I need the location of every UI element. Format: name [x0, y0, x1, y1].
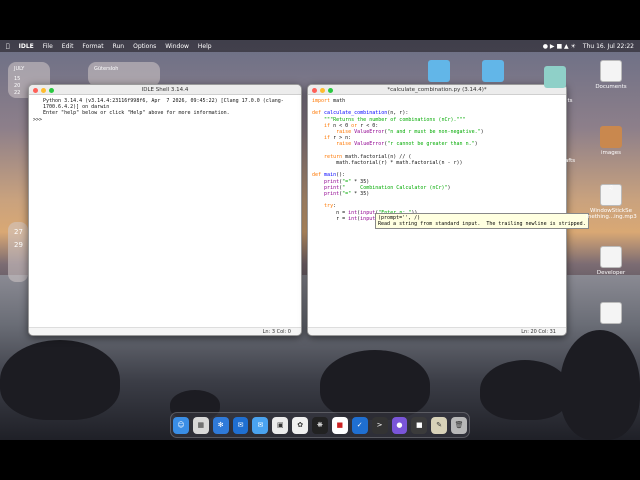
- photos-icon[interactable]: ✿: [292, 416, 309, 434]
- editor-window: *calculate_combination.py (3.14.4)* impo…: [307, 84, 567, 336]
- rock: [0, 340, 120, 420]
- menu-options[interactable]: Options: [133, 43, 156, 50]
- shell-title: IDLE Shell 3.14.4: [141, 87, 189, 93]
- calendar-day: 15: [14, 76, 21, 82]
- app-icon[interactable]: ■: [331, 416, 348, 434]
- folder-icon: [544, 66, 566, 88]
- rock: [560, 330, 640, 440]
- desktop-file[interactable]: [598, 302, 624, 326]
- shell-statusbar: Ln: 3 Col: 0: [29, 327, 301, 335]
- calltip-doc: Read a string from standard input. The t…: [378, 221, 586, 227]
- calendar-month: JULY: [14, 66, 25, 72]
- folder-icon: [482, 60, 504, 82]
- desktop-icon-project[interactable]: Proje: [530, 318, 580, 324]
- desktop-icon-drafts[interactable]: afts: [560, 158, 580, 164]
- shell-text-area[interactable]: Python 3.14.4 (v3.14.4:23116f998f6, Apr …: [29, 95, 301, 126]
- menu-bar:  IDLE File Edit Format Run Options Wind…: [0, 40, 640, 52]
- terminal-icon[interactable]: >: [371, 416, 388, 434]
- document-icon: [600, 302, 622, 324]
- desktop-icon-label: afts: [564, 158, 576, 164]
- desktop-icon-audio[interactable]: ♫ WindowStickSe mething...ing.mp3: [586, 184, 637, 220]
- desktop-folder[interactable]: [426, 60, 452, 84]
- idle-shell-window: IDLE Shell 3.14.4 Python 3.14.4 (v3.14.4…: [28, 84, 302, 336]
- desktop-icon-documents[interactable]: Documents: [586, 60, 636, 90]
- chatgpt-icon[interactable]: ❋: [312, 416, 328, 434]
- audio-file-icon: ♫: [600, 184, 622, 206]
- menu-help[interactable]: Help: [198, 43, 212, 50]
- desktop-icon-partial[interactable]: ts: [560, 98, 580, 104]
- mail-icon[interactable]: ✉: [252, 416, 269, 434]
- app-icon[interactable]: ■: [411, 416, 428, 434]
- document-icon: [600, 246, 622, 268]
- zoom-button[interactable]: [328, 87, 333, 93]
- apple-icon[interactable]: : [6, 43, 10, 50]
- outlook-icon[interactable]: ✉: [232, 416, 249, 434]
- vscode-icon[interactable]: ✓: [351, 416, 368, 434]
- image-icon: [600, 126, 622, 148]
- app-icon[interactable]: ●: [391, 416, 408, 434]
- clock[interactable]: Thu 16. Jul 22:22: [583, 43, 634, 50]
- finder-icon[interactable]: ☺: [173, 416, 189, 434]
- close-button[interactable]: [33, 87, 38, 93]
- desktop-icon-label: untitled folder: [481, 318, 521, 324]
- desktop-icon-label: Proje: [548, 318, 562, 324]
- calendar-day: 20: [14, 83, 21, 89]
- desktop-icon-images[interactable]: images: [586, 126, 636, 156]
- menu-run[interactable]: Run: [113, 43, 125, 50]
- status-icons[interactable]: ● ▶ ■ ▲ ☀: [543, 43, 576, 50]
- desktop-icon-label: WindowStickSe mething...ing.mp3: [586, 208, 637, 220]
- menu-file[interactable]: File: [43, 43, 53, 50]
- editor-statusbar: Ln: 20 Col: 31: [308, 327, 566, 335]
- editor-titlebar[interactable]: *calculate_combination.py (3.14.4)*: [308, 85, 566, 95]
- desktop-folder[interactable]: [542, 66, 568, 90]
- desktop-icon-developer[interactable]: Developer: [586, 246, 636, 276]
- menu-edit[interactable]: Edit: [62, 43, 74, 50]
- document-icon: [600, 60, 622, 82]
- menu-format[interactable]: Format: [82, 43, 103, 50]
- shell-titlebar[interactable]: IDLE Shell 3.14.4: [29, 85, 301, 95]
- widget-number: 29: [14, 241, 23, 249]
- editor-text-area[interactable]: import math def calculate_combination(n,…: [308, 95, 566, 225]
- shell-prompt: >>>: [33, 116, 43, 123]
- desktop-icon-label: images: [601, 150, 621, 156]
- calltip: (prompt='', /) Read a string from standar…: [375, 213, 589, 229]
- idle-icon[interactable]: ✎: [431, 416, 448, 434]
- calendar-day: 22: [14, 90, 21, 96]
- zoom-button[interactable]: [49, 87, 54, 93]
- calendar-icon[interactable]: ▣: [272, 416, 289, 434]
- weather-city: Gütersloh: [94, 66, 119, 72]
- side-widget[interactable]: 27 29: [8, 222, 28, 282]
- weather-widget[interactable]: Gütersloh: [88, 62, 160, 86]
- safari-icon[interactable]: ✻: [212, 416, 229, 434]
- desktop-icon-label: Developer: [596, 270, 626, 276]
- menu-window[interactable]: Window: [165, 43, 189, 50]
- minimize-button[interactable]: [320, 87, 325, 93]
- desktop-folder[interactable]: [480, 60, 506, 84]
- desktop-icon-label: ts: [567, 98, 573, 104]
- dock: ☺ ▦ ✻ ✉ ✉ ▣ ✿ ❋ ■ ✓ > ● ■ ✎ 🗑: [170, 412, 470, 438]
- menu-app-name[interactable]: IDLE: [19, 43, 34, 50]
- desktop-icon-untitled-folder[interactable]: untitled folder: [476, 318, 526, 324]
- editor-title: *calculate_combination.py (3.14.4)*: [387, 87, 487, 93]
- rock: [480, 360, 570, 420]
- widget-number: 27: [14, 228, 23, 236]
- trash-icon[interactable]: 🗑: [451, 416, 467, 434]
- minimize-button[interactable]: [41, 87, 46, 93]
- desktop-icon-label: Documents: [595, 84, 627, 90]
- close-button[interactable]: [312, 87, 317, 93]
- rock: [320, 350, 430, 420]
- folder-icon: [428, 60, 450, 82]
- launchpad-icon[interactable]: ▦: [192, 416, 209, 434]
